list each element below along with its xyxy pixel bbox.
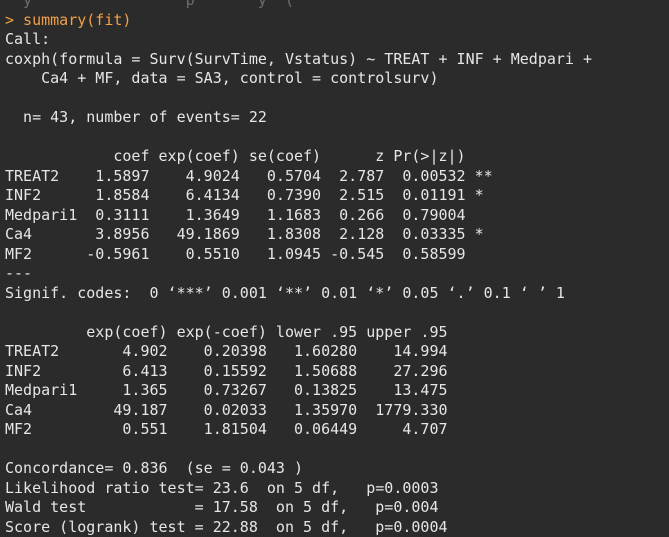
console-output-line: n= 43, number of events= 22: [5, 108, 669, 128]
console-output-line: TREAT2 4.902 0.20398 1.60280 14.994: [5, 342, 669, 362]
console-output-line: coxph(formula = Surv(SurvTime, Vstatus) …: [5, 50, 669, 70]
r-console-output[interactable]: y p y (> summary(fit)Call:coxph(formula …: [0, 0, 669, 521]
console-output-line: INF2 1.8584 6.4134 0.7390 2.515 0.01191 …: [5, 186, 669, 206]
console-output-line: Ca4 3.8956 49.1869 1.8308 2.128 0.03335 …: [5, 225, 669, 245]
console-output-line: Ca4 49.187 0.02033 1.35970 1779.330: [5, 401, 669, 421]
console-output-line: [5, 89, 669, 109]
console-output-line: MF2 -0.5961 0.5510 1.0945 -0.545 0.58599: [5, 245, 669, 265]
console-scrolled-line: y p y (: [5, 0, 669, 11]
console-output-line: Medpari1 0.3111 1.3649 1.1683 0.266 0.79…: [5, 206, 669, 226]
console-output-line: [5, 303, 669, 323]
console-output-line: Call:: [5, 30, 669, 50]
console-output-line: Score (logrank) test = 22.88 on 5 df, p=…: [5, 518, 669, 537]
console-output-line: MF2 0.551 1.81504 0.06449 4.707: [5, 420, 669, 440]
console-output-line: Signif. codes: 0 ‘***’ 0.001 ‘**’ 0.01 ‘…: [5, 284, 669, 304]
console-output-line: Ca4 + MF, data = SA3, control = controls…: [5, 69, 669, 89]
console-output-line: Concordance= 0.836 (se = 0.043 ): [5, 459, 669, 479]
console-output-line: ---: [5, 264, 669, 284]
console-output-line: Wald test = 17.58 on 5 df, p=0.004: [5, 498, 669, 518]
console-output-line: exp(coef) exp(-coef) lower .95 upper .95: [5, 323, 669, 343]
console-output-line: [5, 440, 669, 460]
console-command-line: > summary(fit): [5, 11, 669, 31]
console-output-line: INF2 6.413 0.15592 1.50688 27.296: [5, 362, 669, 382]
console-output-line: TREAT2 1.5897 4.9024 0.5704 2.787 0.0053…: [5, 167, 669, 187]
console-output-line: [5, 128, 669, 148]
console-output-line: Likelihood ratio test= 23.6 on 5 df, p=0…: [5, 479, 669, 499]
console-output-line: Medpari1 1.365 0.73267 0.13825 13.475: [5, 381, 669, 401]
console-output-line: coef exp(coef) se(coef) z Pr(>|z|): [5, 147, 669, 167]
